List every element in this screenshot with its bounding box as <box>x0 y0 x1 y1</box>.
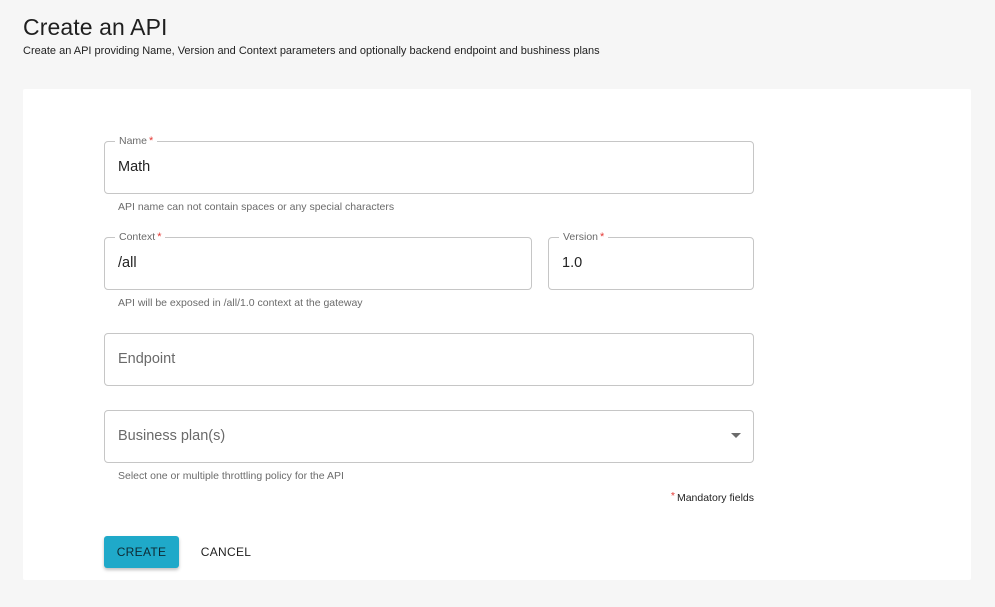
mandatory-fields-note: * Mandatory fields <box>670 490 754 504</box>
create-button[interactable]: CREATE <box>104 536 179 568</box>
business-plans-input[interactable] <box>118 428 702 444</box>
create-api-form-card: Name* API name can not contain spaces or… <box>23 89 971 580</box>
context-label: Context * <box>115 231 166 243</box>
page-subtitle: Create an API providing Name, Version an… <box>23 45 600 57</box>
name-label: Name * <box>115 135 158 147</box>
required-mark: * <box>600 231 605 243</box>
context-helper-text: API will be exposed in /all/1.0 context … <box>118 297 363 309</box>
page-title: Create an API <box>23 14 168 40</box>
name-field[interactable]: Name * <box>104 135 754 194</box>
business-plans-select[interactable] <box>104 410 754 463</box>
endpoint-input[interactable] <box>118 351 702 367</box>
endpoint-field[interactable] <box>104 333 754 386</box>
required-mark: * <box>149 135 154 147</box>
required-mark: * <box>670 490 675 502</box>
version-input[interactable] <box>562 255 746 271</box>
version-field[interactable]: Version * <box>548 231 754 290</box>
business-plans-helper-text: Select one or multiple throttling policy… <box>118 470 344 482</box>
context-input[interactable] <box>118 255 502 271</box>
chevron-down-icon[interactable] <box>731 433 741 438</box>
required-mark: * <box>157 231 162 243</box>
cancel-button[interactable]: CANCEL <box>193 536 259 568</box>
version-label: Version * <box>559 231 609 243</box>
name-helper-text: API name can not contain spaces or any s… <box>118 201 395 213</box>
context-field[interactable]: Context * <box>104 231 532 290</box>
name-input[interactable] <box>118 159 702 175</box>
